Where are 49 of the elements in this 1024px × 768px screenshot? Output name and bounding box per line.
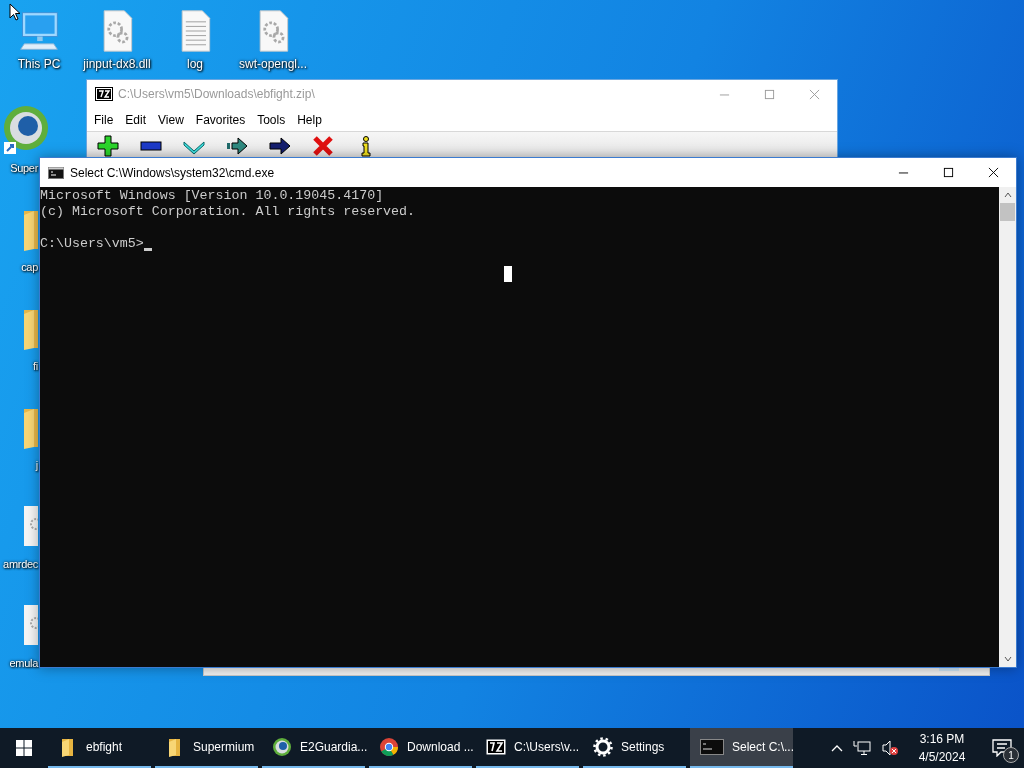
close-icon[interactable] <box>988 167 999 178</box>
gear-file-icon[interactable] <box>22 603 38 647</box>
taskbar-button[interactable]: Download ... <box>369 728 472 768</box>
gear-file-icon[interactable] <box>22 504 38 548</box>
menu-item[interactable]: Tools <box>251 110 292 129</box>
menu-item[interactable]: View <box>152 110 190 129</box>
plus-icon[interactable] <box>97 135 119 157</box>
taskbar-button[interactable]: Settings <box>583 728 686 768</box>
settings-icon <box>593 737 613 757</box>
scroll-thumb[interactable] <box>1000 203 1015 221</box>
window-title: Select C:\Windows\system32\cmd.exe <box>70 165 275 180</box>
menu-item[interactable]: Favorites <box>189 110 252 129</box>
chevron-up-icon[interactable] <box>831 744 843 752</box>
taskbar-button[interactable]: ebfight <box>48 728 151 768</box>
clock-date[interactable]: 4/5/2024 <box>918 750 966 764</box>
arrow-icon[interactable] <box>269 135 291 157</box>
delete-icon[interactable] <box>312 135 334 157</box>
notification-count-badge: 1 <box>1003 747 1019 763</box>
console-icon <box>48 166 64 179</box>
scroll-down-icon[interactable] <box>1003 656 1012 662</box>
arrow-icon[interactable] <box>226 135 248 157</box>
windows-logo-icon <box>16 740 32 756</box>
muted-speaker-icon[interactable] <box>881 740 899 756</box>
console-line: (c) Microsoft Corporation. All rights reserved. <box>40 204 416 220</box>
taskbar-button[interactable]: Supermium <box>155 728 258 768</box>
text-cursor <box>143 248 152 251</box>
globe-icon <box>272 737 292 757</box>
maximize-icon[interactable] <box>943 167 954 178</box>
clock-time[interactable]: 3:16 PM <box>919 732 965 746</box>
window-title: C:\Users\vm5\Downloads\ebfight.zip\ <box>118 87 315 101</box>
taskbar-button[interactable]: Select C:\... <box>690 728 793 768</box>
menu-item[interactable]: Edit <box>119 110 153 129</box>
console-line: Microsoft Windows [Version 10.0.19045.4170] <box>40 188 384 204</box>
taskbar-button[interactable]: E2Guardia... <box>262 728 365 768</box>
app-logo-icon <box>486 737 506 757</box>
notification-icon[interactable] <box>992 739 1012 757</box>
menu-item[interactable]: Help <box>291 110 328 129</box>
network-icon[interactable] <box>853 740 871 756</box>
scroll-up-icon[interactable] <box>1003 192 1012 198</box>
mouse-cursor <box>504 266 512 282</box>
taskbar-button[interactable]: C:\Users\v... <box>476 728 579 768</box>
browser-icon <box>379 737 399 757</box>
console-icon <box>700 739 724 755</box>
menu-item[interactable]: File <box>88 110 120 129</box>
globe-icon[interactable] <box>2 104 50 156</box>
scrollbar[interactable] <box>999 187 1016 667</box>
mouse-pointer-icon <box>9 3 21 21</box>
app-logo-icon <box>95 87 113 101</box>
command-prompt: C:\Users\vm5> <box>40 236 144 252</box>
